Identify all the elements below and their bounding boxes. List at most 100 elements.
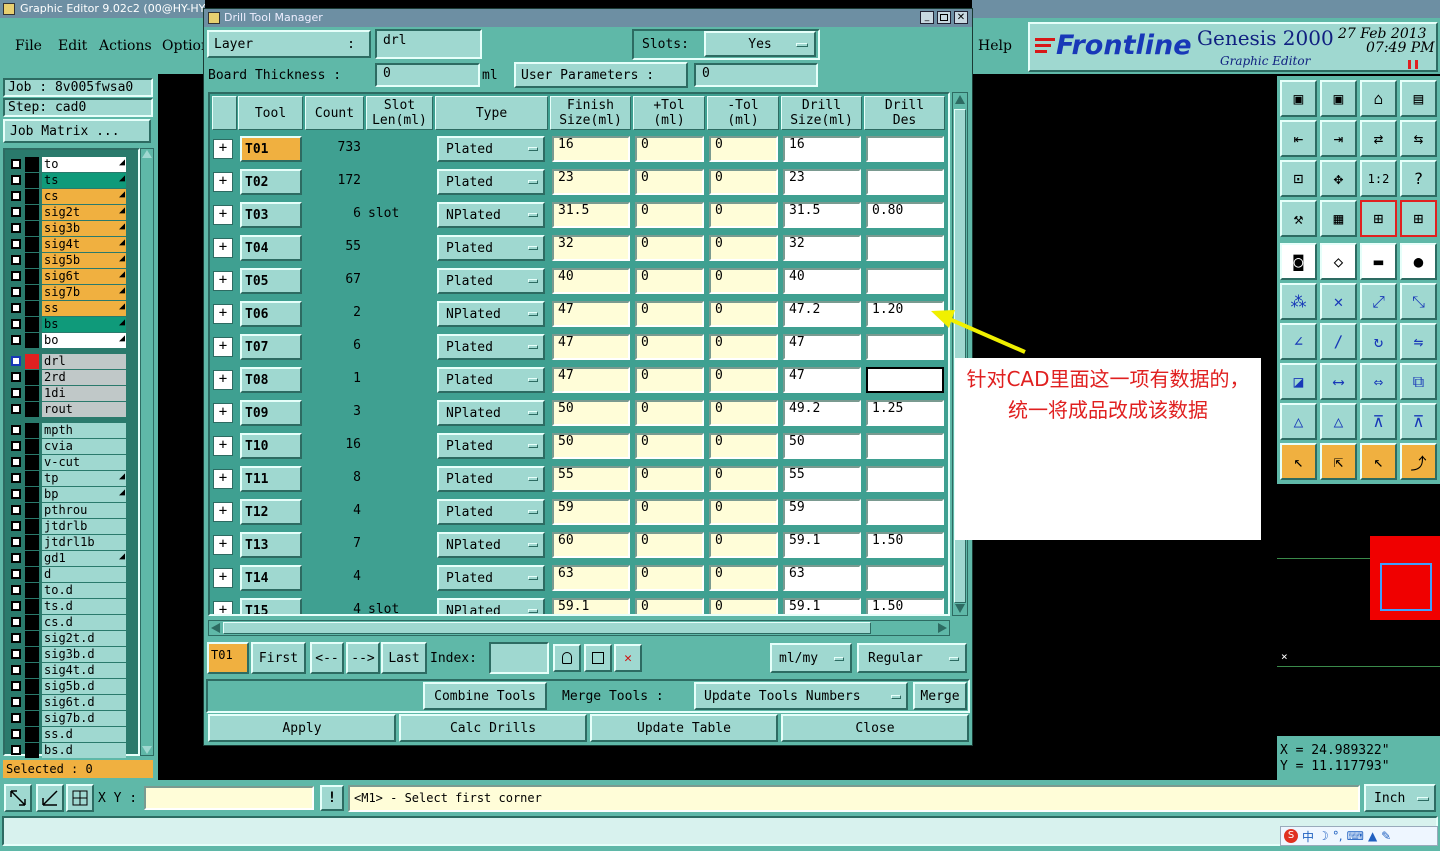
drill-input[interactable]: 32 (783, 235, 861, 261)
layer-row[interactable]: cs.d (8, 615, 126, 630)
layer-checkbox[interactable] (11, 569, 21, 579)
ptol-input[interactable]: 0 (635, 334, 704, 360)
drill-input[interactable]: 59 (783, 499, 861, 525)
ptol-input[interactable]: 0 (635, 202, 704, 228)
layer-row[interactable]: ss ◢ (8, 301, 126, 316)
scroll-left-icon[interactable] (211, 623, 220, 633)
layer-checkbox[interactable] (11, 521, 21, 531)
tool-button[interactable]: T11 (240, 466, 302, 492)
finish-input[interactable]: 40 (552, 268, 630, 294)
layer-row[interactable]: mpth (8, 423, 126, 438)
finish-input[interactable]: 50 (552, 433, 630, 459)
layer-row[interactable]: to.d (8, 583, 126, 598)
layer-checkbox[interactable] (11, 697, 21, 707)
layer-checkbox[interactable] (11, 441, 21, 451)
row-select-toggle[interactable]: + (213, 337, 233, 357)
mtol-input[interactable]: 0 (709, 598, 778, 614)
layer-row[interactable]: sig6t ◢ (8, 269, 126, 284)
row-select-toggle[interactable]: + (213, 205, 233, 225)
menu-edit[interactable]: Edit (58, 38, 87, 54)
mtol-input[interactable]: 0 (709, 268, 778, 294)
combine-tools-button[interactable]: Combine Tools (423, 682, 547, 710)
mtol-input[interactable]: 0 (709, 301, 778, 327)
layer-checkbox[interactable] (11, 159, 21, 169)
layer-checkbox[interactable] (11, 633, 21, 643)
ptol-input[interactable]: 0 (635, 235, 704, 261)
layer-row[interactable]: rout (8, 402, 126, 417)
layer-row[interactable]: v-cut (8, 455, 126, 470)
type-select[interactable]: NPlated (437, 301, 545, 327)
route-icon[interactable]: ⤴ (1400, 443, 1437, 480)
drill-input[interactable]: 55 (783, 466, 861, 492)
row-select-toggle[interactable]: + (213, 601, 233, 614)
drill-input[interactable]: 47.2 (783, 301, 861, 327)
row-select-toggle[interactable]: + (213, 271, 233, 291)
des-input[interactable] (866, 466, 944, 492)
update-table-button[interactable]: Update Table (590, 714, 778, 742)
window-icon[interactable]: ▤ (1400, 80, 1437, 117)
grid-icon[interactable]: ▦ (1320, 200, 1357, 237)
calc-drills-button[interactable]: Calc Drills (399, 714, 587, 742)
open-step-icon[interactable]: ▣ (1280, 80, 1317, 117)
finish-input[interactable]: 31.5 (552, 202, 630, 228)
type-select[interactable]: Plated (437, 169, 545, 195)
tool-button[interactable]: T10 (240, 433, 302, 459)
layer-row[interactable]: sig5b.d (8, 679, 126, 694)
tool-button[interactable]: T01 (240, 136, 302, 162)
layer-checkbox[interactable] (11, 223, 21, 233)
tool-button[interactable]: T15 (240, 598, 302, 614)
triangle-icon[interactable]: △ (1280, 403, 1317, 440)
layer-row[interactable]: sig7b.d (8, 711, 126, 726)
row-select-toggle[interactable]: + (213, 238, 233, 258)
des-input[interactable]: 0.80 (866, 202, 944, 228)
close-button[interactable]: Close (781, 714, 969, 742)
user-parameters-button[interactable]: User Parameters : (514, 62, 688, 88)
last-button[interactable]: Last (381, 642, 427, 674)
type-select[interactable]: NPlated (437, 202, 545, 228)
layer-row[interactable]: ts ◢ (8, 173, 126, 188)
layer-row[interactable]: 2rd (8, 370, 126, 385)
prev-button[interactable]: <-- (310, 642, 344, 674)
ptol-input[interactable]: 0 (635, 433, 704, 459)
type-select[interactable]: Plated (437, 466, 545, 492)
ptol-input[interactable]: 0 (635, 532, 704, 558)
tool-button[interactable]: T02 (240, 169, 302, 195)
measure-icon[interactable] (36, 784, 64, 812)
des-input[interactable]: 1.50 (866, 598, 944, 614)
tool-button[interactable]: T03 (240, 202, 302, 228)
type-select[interactable]: Plated (437, 334, 545, 360)
des-input[interactable] (866, 565, 944, 591)
drill-input[interactable]: 23 (783, 169, 861, 195)
triangle-red-icon[interactable]: △ (1320, 403, 1357, 440)
layer-row[interactable]: cvia (8, 439, 126, 454)
type-select[interactable]: NPlated (437, 400, 545, 426)
des-input[interactable]: 1.50 (866, 532, 944, 558)
tool-button[interactable]: T14 (240, 565, 302, 591)
layer-checkbox[interactable] (11, 335, 21, 345)
drill-input[interactable]: 31.5 (783, 202, 861, 228)
select-box-icon[interactable]: ⇱ (1320, 443, 1357, 480)
layer-row[interactable]: bs ◢ (8, 317, 126, 332)
layer-row[interactable]: pthrou (8, 503, 126, 518)
drill-input[interactable]: 63 (783, 565, 861, 591)
mtol-input[interactable]: 0 (709, 400, 778, 426)
type-select[interactable]: NPlated (437, 532, 545, 558)
index-field[interactable] (489, 642, 549, 674)
tool-button[interactable]: T08 (240, 367, 302, 393)
drill-input[interactable]: 16 (783, 136, 861, 162)
tool-button[interactable]: T13 (240, 532, 302, 558)
scale-1-2-icon[interactable]: 1:2 (1360, 160, 1397, 197)
scroll-up-icon[interactable] (955, 95, 965, 104)
finish-input[interactable]: 16 (552, 136, 630, 162)
layer-checkbox[interactable] (11, 473, 21, 483)
layer-row[interactable]: sig3b.d (8, 647, 126, 662)
home-icon[interactable]: ⌂ (1360, 80, 1397, 117)
ptol-input[interactable]: 0 (635, 136, 704, 162)
layer-row[interactable]: 1di (8, 386, 126, 401)
drill-input[interactable]: 59.1 (783, 532, 861, 558)
layer-checkbox[interactable] (11, 372, 21, 382)
layer-checkbox[interactable] (11, 191, 21, 201)
ptol-input[interactable]: 0 (635, 169, 704, 195)
des-input[interactable] (866, 169, 944, 195)
tool-button[interactable]: T04 (240, 235, 302, 261)
